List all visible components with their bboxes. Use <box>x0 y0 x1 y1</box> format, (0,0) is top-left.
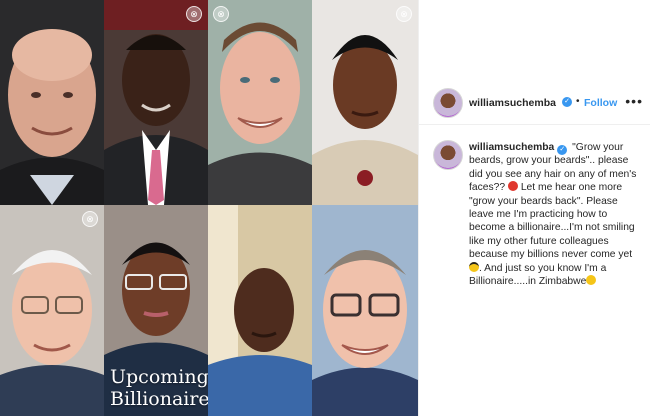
separator-dot: • <box>576 96 580 107</box>
collage-caption-line-2: Billionaire <box>110 388 208 410</box>
caption-text-part-2: Let me hear one more "grow your beards b… <box>469 182 635 261</box>
avatar[interactable] <box>433 88 463 118</box>
portrait-tile-5: ⊗ <box>0 205 104 416</box>
tile-overlay-icon: ⊗ <box>213 6 229 22</box>
portrait-tile-2: ⊗ <box>104 0 208 205</box>
portrait-tile-7 <box>208 205 312 416</box>
caption-text: williamsuchemba ✓ "Grow your beards, grow… <box>469 141 639 288</box>
portrait-image-1 <box>0 0 104 205</box>
portrait-tile-6: Upcoming Billionaire <box>104 205 208 416</box>
post-sidebar: williamsuchemba ✓ • Follow ••• williamsu… <box>418 0 650 416</box>
photo-collage[interactable]: ⊗ ⊗ ⊗ ⊗ Upcoming Billionaire <box>0 0 418 416</box>
instagram-post: ⊗ ⊗ ⊗ ⊗ Upcoming Billionaire williamsuch… <box>0 0 650 416</box>
sunglasses-face-emoji-icon <box>469 261 479 272</box>
tile-overlay-icon: ⊗ <box>186 6 202 22</box>
follow-button[interactable]: Follow <box>584 97 617 109</box>
portrait-image-7 <box>208 205 312 416</box>
portrait-tile-8 <box>312 205 418 416</box>
portrait-tile-3: ⊗ <box>208 0 312 205</box>
portrait-image-5 <box>0 205 104 416</box>
tears-of-joy-emoji-icon <box>586 275 597 286</box>
caption-text-part-3: . And just so you know I'm a Billionaire… <box>469 262 607 288</box>
more-options-icon[interactable]: ••• <box>625 93 643 109</box>
collage-caption-overlay: Upcoming Billionaire <box>110 366 208 410</box>
portrait-image-3 <box>208 0 312 205</box>
verified-badge-icon: ✓ <box>562 97 572 107</box>
portrait-image-4 <box>312 0 418 205</box>
tile-overlay-icon: ⊗ <box>82 211 98 227</box>
portrait-tile-4: ⊗ <box>312 0 418 205</box>
tile-overlay-icon: ⊗ <box>396 6 412 22</box>
portrait-image-2 <box>104 0 208 205</box>
username-link[interactable]: williamsuchemba <box>469 142 554 153</box>
avatar[interactable] <box>433 140 463 170</box>
collage-caption-line-1: Upcoming <box>110 366 208 388</box>
verified-badge-icon: ✓ <box>557 145 568 155</box>
portrait-image-8 <box>312 205 418 416</box>
username-link[interactable]: williamsuchemba <box>469 97 556 109</box>
post-header: williamsuchemba ✓ • Follow ••• <box>419 80 650 125</box>
angry-face-emoji-icon <box>507 181 518 192</box>
portrait-tile-1 <box>0 0 104 205</box>
